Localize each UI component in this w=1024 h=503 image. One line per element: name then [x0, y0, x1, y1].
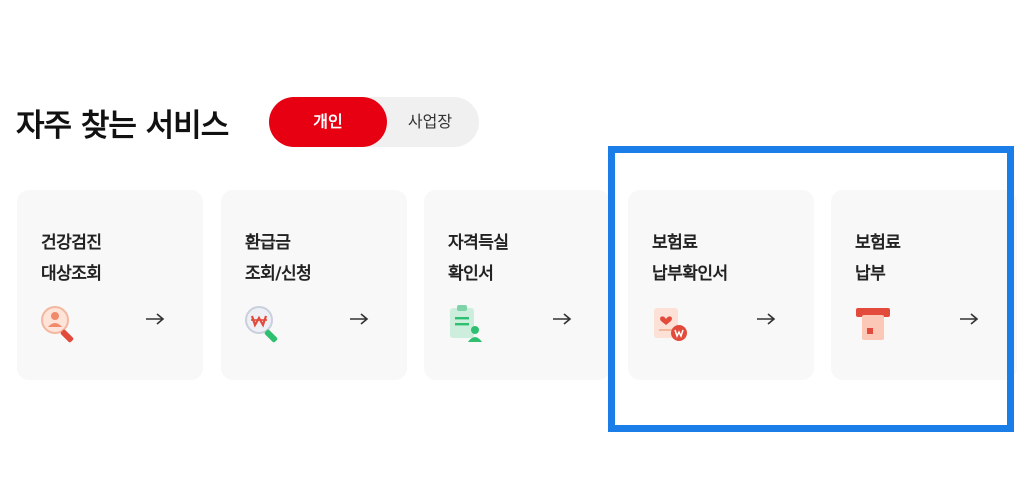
- toggle-individual-button[interactable]: 개인: [269, 97, 387, 147]
- card-title-line2: 대상조회: [41, 264, 102, 284]
- magnifier-person-icon: [41, 306, 74, 343]
- arrow-right-icon: [553, 313, 572, 325]
- document-person-icon: [450, 305, 482, 342]
- card-title: 보험료 납부: [855, 228, 901, 290]
- card-title: 환급금 조회/신청: [245, 228, 312, 290]
- service-card-premium-payment[interactable]: 보험료 납부: [831, 190, 1017, 380]
- toggle-business-button[interactable]: 사업장: [387, 97, 473, 147]
- document-won-icon: [654, 308, 687, 341]
- arrow-right-icon: [757, 313, 776, 325]
- magnifier-won-icon: [245, 306, 278, 343]
- card-title-line2: 납부확인서: [652, 264, 728, 284]
- card-title: 자격득실 확인서: [448, 228, 509, 290]
- card-title-line1: 보험료: [652, 233, 698, 253]
- card-title: 건강검진 대상조회: [41, 228, 102, 290]
- card-title-line1: 보험료: [855, 233, 901, 253]
- service-card-premium-certificate[interactable]: 보험료 납부확인서: [628, 190, 814, 380]
- page: 자주 찾는 서비스 개인 사업장 건강검진 대상조회 환급금 조회/신청 자격득…: [0, 0, 1024, 503]
- card-title-line2: 조회/신청: [245, 264, 312, 284]
- section-title: 자주 찾는 서비스: [16, 108, 229, 144]
- card-title: 보험료 납부확인서: [652, 228, 728, 290]
- card-title-line2: 확인서: [448, 264, 494, 284]
- card-title-line1: 환급금: [245, 233, 291, 253]
- card-title-line1: 자격득실: [448, 233, 509, 253]
- user-type-toggle: 개인 사업장: [269, 97, 479, 147]
- arrow-right-icon: [350, 313, 369, 325]
- service-card-refund[interactable]: 환급금 조회/신청: [221, 190, 407, 380]
- service-card-health-checkup[interactable]: 건강검진 대상조회: [17, 190, 203, 380]
- service-card-eligibility[interactable]: 자격득실 확인서: [424, 190, 610, 380]
- card-payment-icon: [856, 308, 890, 340]
- card-title-line1: 건강검진: [41, 233, 102, 253]
- arrow-right-icon: [960, 313, 979, 325]
- card-title-line2: 납부: [855, 264, 886, 284]
- arrow-right-icon: [146, 313, 165, 325]
